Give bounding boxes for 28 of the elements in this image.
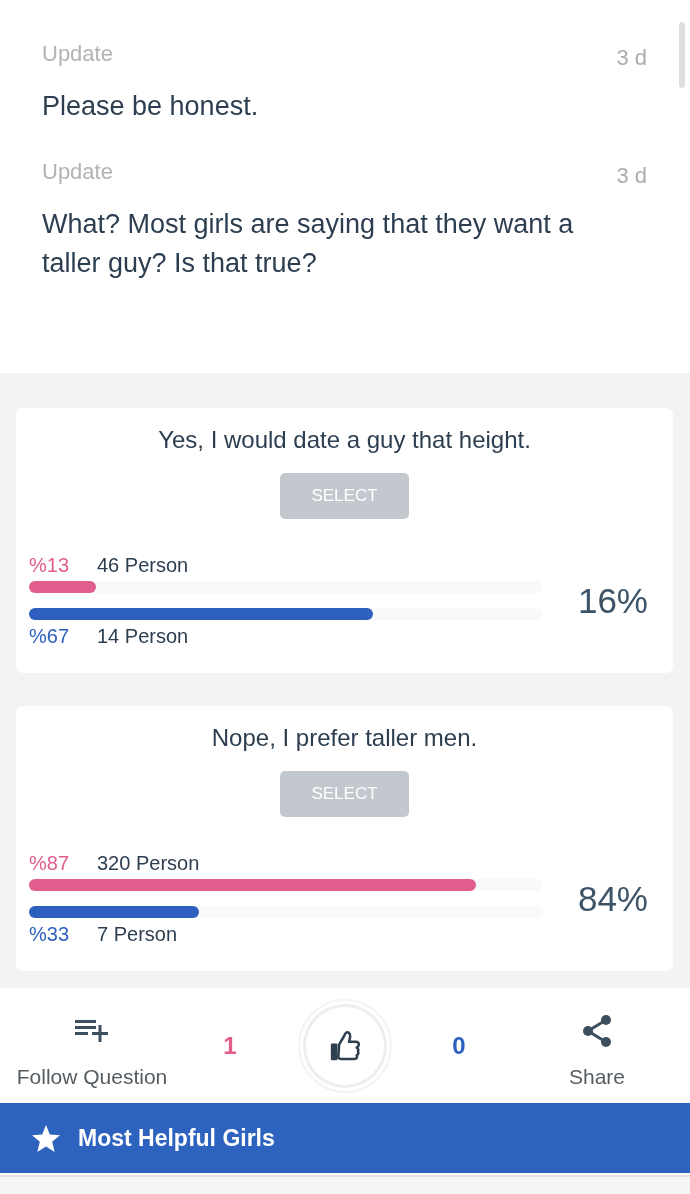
option-total-percent: 16% <box>577 580 648 621</box>
scroll-indicator <box>679 22 685 88</box>
update-label: Update <box>42 159 113 185</box>
option-text: Nope, I prefer taller men. <box>210 724 479 752</box>
like-count: 0 <box>452 1031 466 1060</box>
vote-count: 46 Person <box>97 554 189 576</box>
share-icon <box>582 1015 612 1047</box>
star-icon <box>32 1124 60 1152</box>
like-count: 1 <box>223 1031 237 1060</box>
vote-percent: %67 <box>29 625 71 647</box>
vote-percent: %33 <box>29 923 71 945</box>
update-text: What? Most girls are saying that they want a taller guy? Is that true? <box>42 208 575 280</box>
update-text: Please be honest. <box>42 90 260 123</box>
vote-percent: %13 <box>29 554 71 576</box>
follow-question-button[interactable]: Follow Question <box>16 988 168 1089</box>
vote-count: 7 Person <box>97 923 178 945</box>
banner-title: Most Helpful Girls <box>78 1123 275 1153</box>
vote-count: 320 Person <box>97 852 200 874</box>
share-button[interactable]: Share <box>568 988 625 1089</box>
timestamp: 3 d <box>616 45 647 71</box>
list-plus-icon <box>75 1020 109 1042</box>
vote-percent: %87 <box>29 852 71 874</box>
vote-count: 14 Person <box>97 625 189 647</box>
update-label: Update <box>42 41 113 67</box>
option-total-percent: 84% <box>577 878 648 919</box>
thumbs-up-icon <box>330 1028 360 1063</box>
timestamp: 3 d <box>616 163 647 189</box>
option-text: Yes, I would date a guy that height. <box>157 426 532 454</box>
